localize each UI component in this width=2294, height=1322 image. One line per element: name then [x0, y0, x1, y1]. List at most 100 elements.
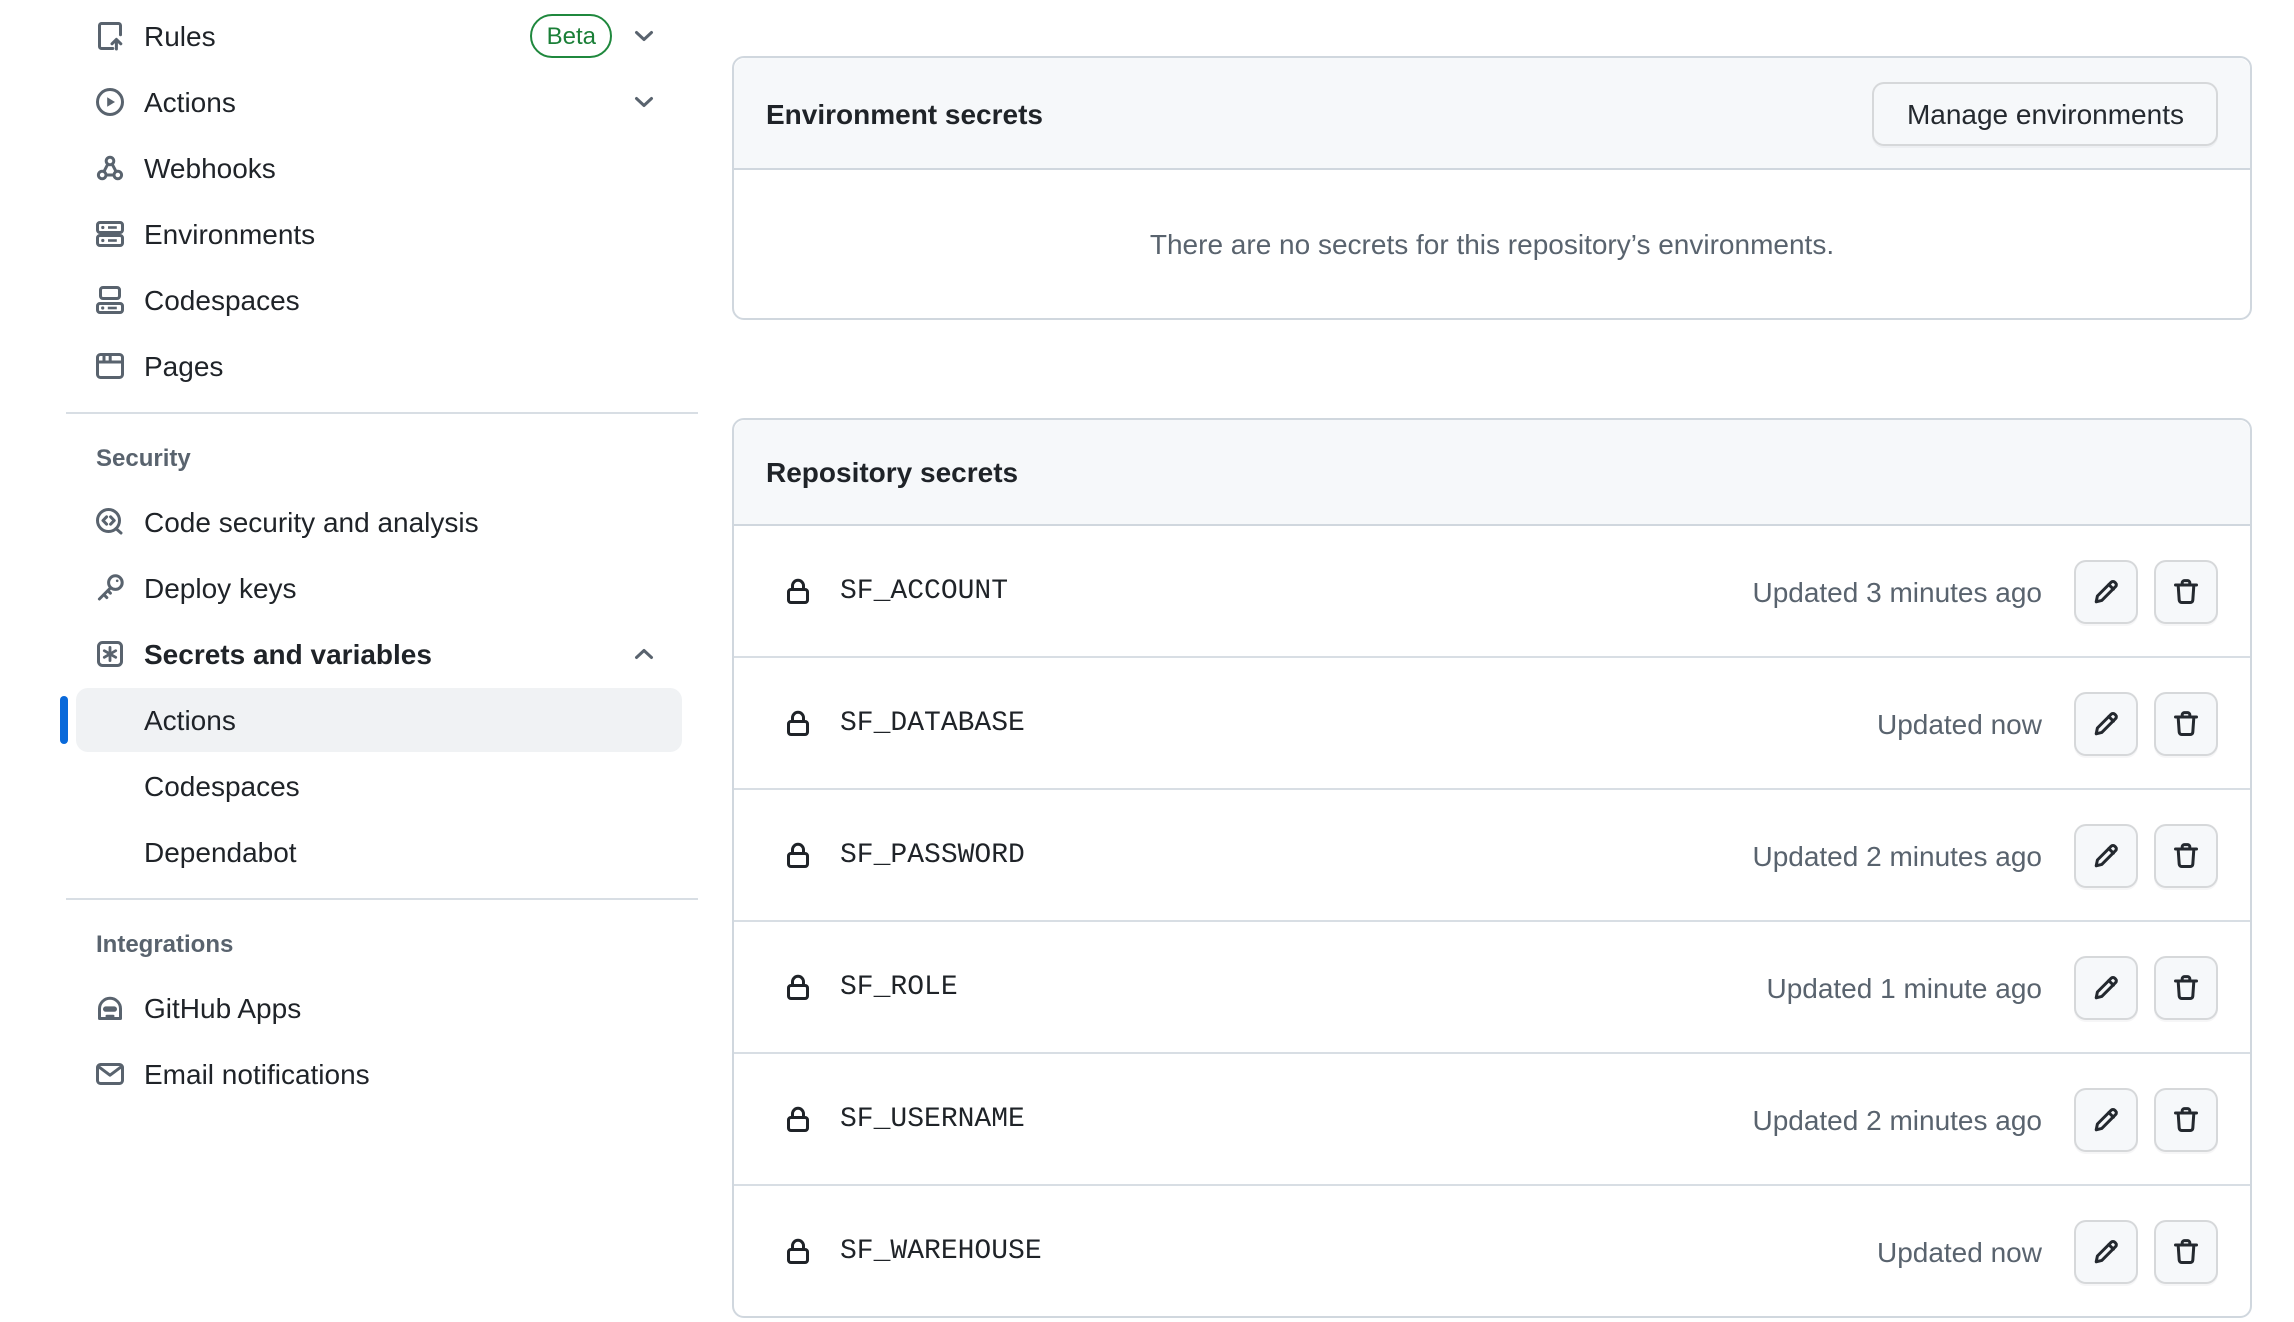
edit-secret-button[interactable] [2074, 823, 2138, 887]
secret-row: SF_ROLE Updated 1 minute ago [734, 920, 2250, 1052]
sidebar-nav-security: Code security and analysis Deploy keys [66, 490, 698, 884]
key-icon [94, 572, 126, 604]
codescan-icon [94, 506, 126, 538]
chevron-down-icon [628, 86, 660, 118]
sidebar-item-label: Secrets and variables [144, 638, 432, 670]
codespaces-icon [94, 284, 126, 316]
secret-updated: Updated now [1877, 1235, 2042, 1267]
sidebar-item-environments[interactable]: Environments [76, 202, 682, 266]
lock-icon [782, 575, 814, 607]
hubot-icon [94, 992, 126, 1024]
sidebar-item-pages[interactable]: Pages [76, 334, 682, 398]
repository-secrets-list: SF_ACCOUNT Updated 3 minutes ago [734, 526, 2250, 1316]
settings-sidebar: Rules Beta Actions [66, 0, 698, 1108]
delete-secret-button[interactable] [2154, 559, 2218, 623]
sidebar-section-security: Security [66, 426, 698, 490]
sidebar-item-label: Codespaces [144, 284, 300, 316]
trash-icon [2170, 1103, 2202, 1135]
secret-name: SF_ACCOUNT [840, 575, 1008, 607]
sidebar-item-label: Dependabot [144, 836, 297, 868]
chevron-down-icon [628, 20, 660, 52]
pencil-icon [2090, 707, 2122, 739]
repository-secrets-header: Repository secrets [734, 420, 2250, 526]
mail-icon [94, 1058, 126, 1090]
play-icon [94, 86, 126, 118]
sidebar-item-label: Actions [144, 86, 236, 118]
trash-icon [2170, 839, 2202, 871]
secret-row: SF_WAREHOUSE Updated now [734, 1184, 2250, 1316]
sidebar-item-label: Email notifications [144, 1058, 370, 1090]
lock-icon [782, 707, 814, 739]
repository-secrets-card: Repository secrets SF_ACCOUNT Updated 3 … [732, 418, 2252, 1318]
lock-icon [782, 839, 814, 871]
pencil-icon [2090, 839, 2122, 871]
secret-name: SF_USERNAME [840, 1103, 1025, 1135]
sidebar-item-deploy-keys[interactable]: Deploy keys [76, 556, 682, 620]
sidebar-item-label: Rules [144, 20, 216, 52]
delete-secret-button[interactable] [2154, 823, 2218, 887]
secret-row: SF_USERNAME Updated 2 minutes ago [734, 1052, 2250, 1184]
lock-icon [782, 971, 814, 1003]
secret-updated: Updated 2 minutes ago [1752, 1103, 2042, 1135]
secret-name: SF_DATABASE [840, 707, 1025, 739]
sidebar-nav-integrations: GitHub Apps Email notifications [66, 976, 698, 1106]
sidebar-divider [66, 412, 698, 414]
sidebar-subitem-codespaces[interactable]: Codespaces [76, 754, 682, 818]
pencil-icon [2090, 575, 2122, 607]
sidebar-item-label: Actions [144, 704, 236, 736]
edit-secret-button[interactable] [2074, 1219, 2138, 1283]
pencil-icon [2090, 1103, 2122, 1135]
pencil-icon [2090, 1235, 2122, 1267]
lock-icon [782, 1103, 814, 1135]
secret-updated: Updated 1 minute ago [1766, 971, 2042, 1003]
secret-name: SF_ROLE [840, 971, 958, 1003]
secret-updated: Updated 2 minutes ago [1752, 839, 2042, 871]
trash-icon [2170, 575, 2202, 607]
sidebar-item-label: Deploy keys [144, 572, 297, 604]
sidebar-item-secrets-and-variables[interactable]: Secrets and variables [76, 622, 682, 686]
delete-secret-button[interactable] [2154, 691, 2218, 755]
secret-updated: Updated 3 minutes ago [1752, 575, 2042, 607]
sidebar-subitem-dependabot[interactable]: Dependabot [76, 820, 682, 884]
secret-row: SF_DATABASE Updated now [734, 656, 2250, 788]
edit-secret-button[interactable] [2074, 691, 2138, 755]
settings-page: Rules Beta Actions [0, 0, 2294, 1322]
trash-icon [2170, 1235, 2202, 1267]
environment-secrets-header: Environment secrets Manage environments [734, 58, 2250, 170]
sidebar-item-email-notifications[interactable]: Email notifications [76, 1042, 682, 1106]
edit-secret-button[interactable] [2074, 955, 2138, 1019]
sidebar-item-actions[interactable]: Actions [76, 70, 682, 134]
rules-icon [94, 20, 126, 52]
sidebar-item-label: Pages [144, 350, 223, 382]
repository-secrets-title: Repository secrets [766, 456, 1018, 488]
beta-badge: Beta [531, 14, 612, 58]
pencil-icon [2090, 971, 2122, 1003]
secret-updated: Updated now [1877, 707, 2042, 739]
sidebar-subitem-actions[interactable]: Actions [76, 688, 682, 752]
environment-secrets-card: Environment secrets Manage environments … [732, 56, 2252, 320]
browser-icon [94, 350, 126, 382]
delete-secret-button[interactable] [2154, 1087, 2218, 1151]
edit-secret-button[interactable] [2074, 1087, 2138, 1151]
secret-row: SF_ACCOUNT Updated 3 minutes ago [734, 526, 2250, 656]
edit-secret-button[interactable] [2074, 559, 2138, 623]
sidebar-item-label: GitHub Apps [144, 992, 301, 1024]
secret-row: SF_PASSWORD Updated 2 minutes ago [734, 788, 2250, 920]
asterisk-box-icon [94, 638, 126, 670]
sidebar-nav-top: Rules Beta Actions [66, 4, 698, 398]
sidebar-item-webhooks[interactable]: Webhooks [76, 136, 682, 200]
delete-secret-button[interactable] [2154, 955, 2218, 1019]
trash-icon [2170, 971, 2202, 1003]
sidebar-item-code-security[interactable]: Code security and analysis [76, 490, 682, 554]
sidebar-item-rules[interactable]: Rules Beta [76, 4, 682, 68]
sidebar-item-github-apps[interactable]: GitHub Apps [76, 976, 682, 1040]
sidebar-item-label: Code security and analysis [144, 506, 479, 538]
webhook-icon [94, 152, 126, 184]
server-icon [94, 218, 126, 250]
manage-environments-button[interactable]: Manage environments [1873, 81, 2218, 145]
sidebar-item-label: Webhooks [144, 152, 276, 184]
secret-name: SF_WAREHOUSE [840, 1235, 1042, 1267]
delete-secret-button[interactable] [2154, 1219, 2218, 1283]
sidebar-item-codespaces[interactable]: Codespaces [76, 268, 682, 332]
sidebar-section-integrations: Integrations [66, 912, 698, 976]
